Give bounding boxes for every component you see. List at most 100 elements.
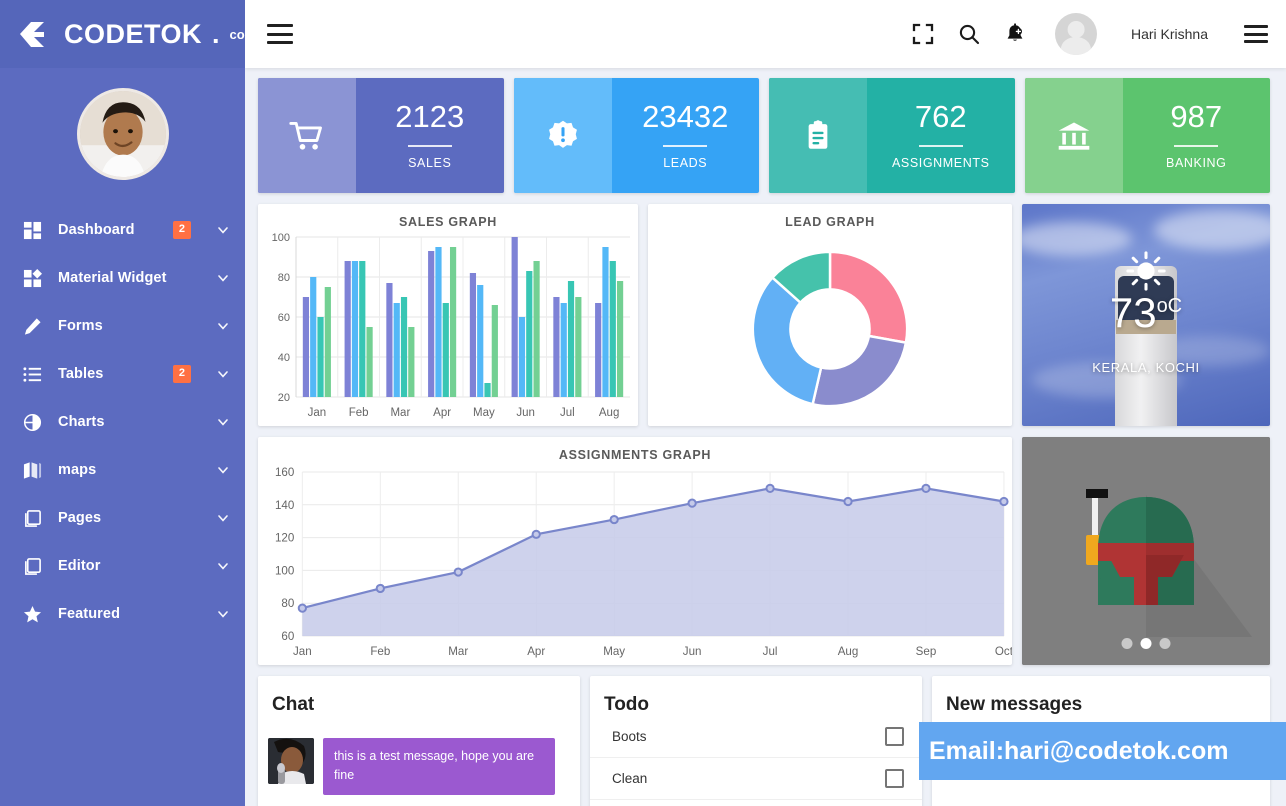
avatar[interactable]	[1054, 13, 1097, 55]
brand-logo-area[interactable]: CODETOK . com	[0, 0, 256, 68]
brand-suffix: com	[229, 26, 257, 42]
chart-title: SALES GRAPH	[399, 215, 497, 229]
sidebar-item-charts[interactable]: Charts	[0, 398, 245, 446]
stat-card-assignments[interactable]: 762 ASSIGNMENTS	[769, 78, 1015, 193]
carousel-dot[interactable]	[1159, 638, 1171, 649]
avatar[interactable]	[76, 88, 169, 180]
sidebar-item-material-widget[interactable]: Material Widget	[0, 254, 245, 302]
sales-graph-card: SALES GRAPH 20 40 60 80 100 Jan Feb Mar Apr May Ju…	[258, 204, 638, 426]
svg-text:Oct: Oct	[995, 646, 1012, 658]
temperature-value: 73	[1109, 289, 1157, 336]
charts-row-bottom: ASSIGNMENTS GRAPH 60 80 100 120 140 160 Jan Feb…	[258, 437, 1270, 665]
chevron-down-icon[interactable]	[217, 560, 229, 572]
chevron-down-icon[interactable]	[217, 368, 229, 380]
widget-grid-icon	[22, 268, 42, 288]
lead-graph-card: LEAD GRAPH	[648, 204, 1012, 426]
svg-text:140: 140	[275, 500, 294, 512]
sidebar-item-editor[interactable]: Editor	[0, 542, 245, 590]
sidebar-item-tables[interactable]: Tables 2	[0, 350, 245, 398]
chart-title: LEAD GRAPH	[785, 215, 875, 229]
sun-icon	[1125, 250, 1167, 292]
todo-checkbox[interactable]	[885, 769, 904, 788]
lead-donut-chart	[751, 250, 909, 408]
pencil-icon	[22, 316, 42, 336]
divider	[1174, 145, 1219, 147]
todo-checkbox[interactable]	[885, 727, 904, 746]
list-icon	[22, 364, 42, 384]
chevron-down-icon[interactable]	[217, 224, 229, 236]
chevron-down-icon[interactable]	[217, 464, 229, 476]
email-overlay-banner[interactable]: Email:hari@codetok.com	[919, 722, 1286, 780]
sidebar-item-featured[interactable]: Featured	[0, 590, 245, 638]
sidebar-item-pages[interactable]: Pages	[0, 494, 245, 542]
sidebar-nav: Dashboard 2 Material Widget Forms Tables…	[0, 202, 245, 638]
svg-text:Mar: Mar	[390, 407, 410, 419]
svg-text:Apr: Apr	[433, 407, 451, 419]
svg-text:Jun: Jun	[516, 407, 535, 419]
sidebar-item-label: Tables	[58, 366, 104, 382]
profile-section	[0, 68, 245, 202]
sidebar-item-dashboard[interactable]: Dashboard 2	[0, 206, 245, 254]
stat-card-body: 987 BANKING	[1123, 78, 1271, 193]
chevron-down-icon[interactable]	[217, 416, 229, 428]
chevron-down-icon[interactable]	[217, 512, 229, 524]
panel-title: New messages	[946, 694, 1083, 715]
stat-card-leads[interactable]: 23432 LEADS	[513, 78, 759, 193]
weather-temperature: 73oC	[1110, 292, 1182, 334]
copy-icon	[22, 556, 42, 576]
topbar: Hari Krishna	[245, 0, 1286, 68]
svg-text:Jun: Jun	[683, 646, 702, 658]
main-area: Hari Krishna 2123 SALES 23432 LEADS 762 …	[245, 0, 1286, 806]
svg-text:20: 20	[278, 392, 290, 404]
image-carousel[interactable]	[1022, 437, 1270, 665]
stat-card-body: 2123 SALES	[356, 78, 504, 193]
map-icon	[22, 460, 42, 480]
svg-text:Mar: Mar	[448, 646, 468, 658]
svg-text:60: 60	[281, 631, 294, 643]
boba-fett-helmet-illustration	[1022, 437, 1270, 665]
stat-card-sales[interactable]: 2123 SALES	[258, 78, 504, 193]
sidebar-item-maps[interactable]: maps	[0, 446, 245, 494]
stat-label: ASSIGNMENTS	[891, 155, 990, 170]
carousel-dot[interactable]	[1121, 638, 1133, 649]
svg-text:80: 80	[281, 598, 294, 610]
svg-text:40: 40	[278, 352, 290, 364]
svg-text:Feb: Feb	[349, 407, 369, 419]
svg-text:100: 100	[275, 565, 294, 577]
bell-add-icon[interactable]	[1003, 22, 1027, 46]
weather-location: KERALA, KOCHI	[1092, 360, 1200, 375]
stat-card-banking[interactable]: 987 BANKING	[1024, 78, 1271, 193]
weather-widget[interactable]: 73oC KERALA, KOCHI	[1022, 204, 1270, 426]
chevron-down-icon[interactable]	[217, 320, 229, 332]
todo-panel: Todo Boots Clean	[590, 676, 922, 806]
chevron-down-icon[interactable]	[217, 608, 229, 620]
todo-item[interactable]: Boots	[590, 716, 922, 758]
svg-text:Aug: Aug	[838, 646, 859, 658]
chat-avatar	[268, 738, 314, 784]
svg-text:Feb: Feb	[370, 646, 390, 658]
pie-chart-icon	[22, 412, 42, 432]
stat-label: SALES	[408, 155, 452, 170]
chat-message: this is a test message, hope you are fin…	[258, 716, 580, 795]
clipboard-icon	[769, 78, 867, 193]
svg-text:120: 120	[275, 533, 294, 545]
sidebar-toggle-hamburger-icon[interactable]	[267, 24, 293, 44]
sidebar-item-forms[interactable]: Forms	[0, 302, 245, 350]
fullscreen-icon[interactable]	[911, 22, 935, 46]
app-root: CODETOK . com Dashboard 2 Material Widge…	[0, 0, 1286, 806]
brand-name: CODETOK	[64, 18, 203, 49]
svg-text:Jan: Jan	[308, 407, 327, 419]
star-icon	[22, 604, 42, 624]
todo-label: Boots	[612, 729, 647, 744]
search-icon[interactable]	[957, 22, 981, 46]
stat-cards: 2123 SALES 23432 LEADS 762 ASSIGNMENTS 9…	[258, 78, 1270, 193]
todo-item[interactable]: Clean	[590, 758, 922, 800]
assignments-area-chart: 60 80 100 120 140 160 Jan Feb Mar Apr May Jun Jul Aug…	[275, 467, 1012, 658]
svg-text:May: May	[603, 646, 625, 658]
carousel-dot-active[interactable]	[1140, 638, 1152, 649]
sidebar-badge: 2	[172, 221, 191, 239]
right-menu-hamburger-icon[interactable]	[1244, 25, 1268, 43]
copy-icon	[22, 508, 42, 528]
svg-text:Aug: Aug	[599, 407, 619, 419]
chevron-down-icon[interactable]	[217, 272, 229, 284]
